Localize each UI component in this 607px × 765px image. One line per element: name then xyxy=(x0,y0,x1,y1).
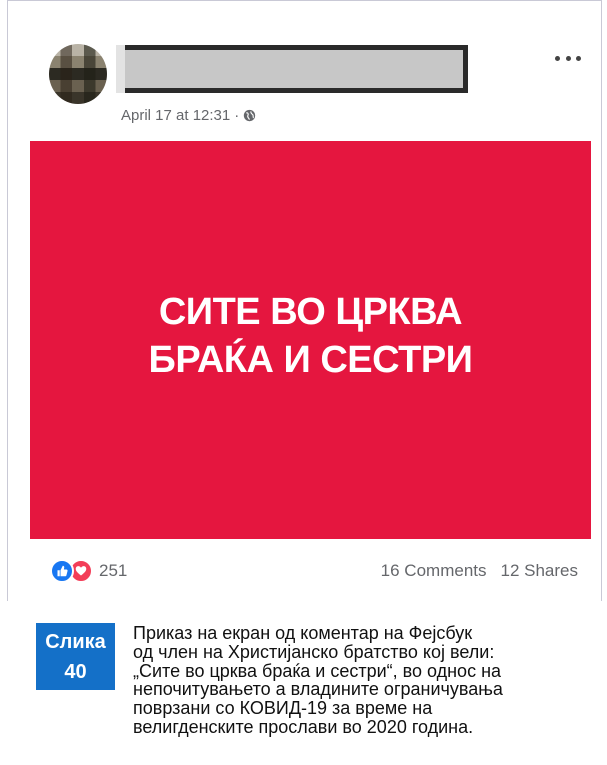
reactions-summary[interactable]: 251 xyxy=(50,559,127,583)
image-text-line-1: СИТЕ ВО ЦРКВА xyxy=(158,291,463,333)
meta-separator: · xyxy=(234,107,240,124)
avatar[interactable] xyxy=(49,44,107,104)
post-meta: April 17 at 12:31 · xyxy=(121,107,256,124)
caption-line: Приказ на екран од коментар на Фејсбук xyxy=(133,623,473,643)
redacted-author-name xyxy=(116,45,468,93)
post-image[interactable]: СИТЕ ВО ЦРКВА БРАЌА И СЕСТРИ xyxy=(30,141,591,539)
post-stats: 16 Comments 12 Shares xyxy=(381,561,578,581)
shares-link[interactable]: 12 Shares xyxy=(501,561,579,581)
caption-line: непочитувањето а владините ограничувања xyxy=(133,679,503,700)
caption-line: од член на Христијанско братство кој вел… xyxy=(133,641,495,662)
figure-label-badge: Слика 40 xyxy=(36,623,115,690)
ellipsis-icon[interactable] xyxy=(555,52,581,64)
image-text-line-2: БРАЌА И СЕСТРИ xyxy=(148,339,473,381)
figure-label-word: Слика xyxy=(45,630,106,653)
post-image-text: СИТЕ ВО ЦРКВА БРАЌА И СЕСТРИ xyxy=(149,288,473,384)
globe-icon xyxy=(243,109,256,122)
caption-line: поврзани со КОВИД-19 за време на xyxy=(133,698,433,719)
figure-caption: Приказ на екран од коментар на Фејсбук о… xyxy=(133,624,583,737)
like-reaction-icon xyxy=(50,559,74,583)
post-timestamp[interactable]: April 17 at 12:31 xyxy=(121,107,230,124)
caption-line: „Сите во црква браќа и сестри“, во однос… xyxy=(133,660,502,681)
reaction-count: 251 xyxy=(99,561,128,580)
caption-line: велигденските прослави во 2020 година. xyxy=(133,716,474,737)
comments-link[interactable]: 16 Comments xyxy=(381,561,487,581)
figure-label-number: 40 xyxy=(64,660,87,683)
